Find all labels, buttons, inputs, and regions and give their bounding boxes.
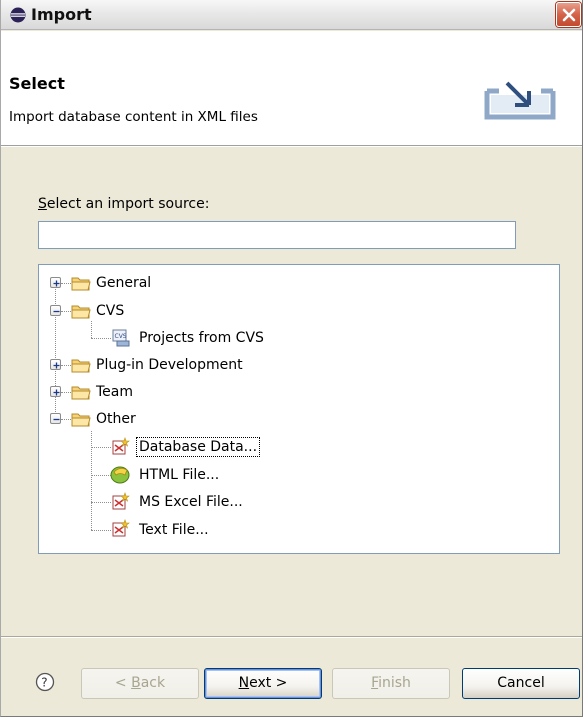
eclipse-icon bbox=[10, 7, 26, 23]
tree-connector bbox=[91, 475, 111, 476]
svg-text:?: ? bbox=[41, 676, 47, 690]
folder-open-icon bbox=[71, 305, 91, 319]
tree-connector bbox=[91, 447, 111, 448]
tree-connector bbox=[91, 338, 111, 339]
folder-icon bbox=[71, 359, 91, 373]
tree-connector bbox=[91, 502, 111, 503]
expand-toggle[interactable] bbox=[50, 359, 61, 370]
cvs-project-icon: CVS bbox=[112, 329, 130, 347]
close-button[interactable] bbox=[556, 2, 581, 27]
tree-connector bbox=[91, 321, 92, 338]
finish-button[interactable]: Finish bbox=[332, 668, 450, 699]
tree-item-plugin-development[interactable]: Plug-in Development bbox=[96, 356, 243, 374]
collapse-toggle[interactable] bbox=[50, 305, 61, 316]
tree-item-projects-from-cvs[interactable]: Projects from CVS bbox=[139, 329, 264, 347]
title-bar[interactable]: Import bbox=[1, 0, 582, 30]
xml-file-icon bbox=[112, 492, 130, 510]
window-title: Import bbox=[31, 5, 92, 24]
folder-icon bbox=[71, 386, 91, 400]
xml-file-icon bbox=[112, 437, 130, 455]
html-file-icon bbox=[110, 466, 130, 484]
header-divider bbox=[1, 146, 582, 147]
tree-item-text-file[interactable]: Text File... bbox=[139, 521, 209, 539]
tree-connector bbox=[91, 431, 92, 530]
tree-item-other[interactable]: Other bbox=[96, 410, 136, 428]
plus-icon bbox=[53, 362, 60, 369]
xml-file-icon bbox=[112, 519, 130, 537]
tree-item-team[interactable]: Team bbox=[96, 383, 133, 401]
import-source-tree[interactable]: General CVS CVS Projects from CVS Plug-i… bbox=[38, 264, 560, 554]
help-icon[interactable]: ? bbox=[35, 672, 55, 692]
footer-divider bbox=[1, 636, 582, 638]
import-source-label: Select an import source: bbox=[38, 196, 210, 212]
expand-toggle[interactable] bbox=[50, 277, 61, 288]
page-title-overlay: Select bbox=[9, 74, 65, 93]
next-button[interactable]: Next > bbox=[204, 668, 322, 699]
svg-text:CVS: CVS bbox=[115, 333, 127, 340]
page-description: Import database content in XML files bbox=[9, 109, 258, 125]
cancel-button[interactable]: Cancel bbox=[462, 668, 580, 699]
plus-icon bbox=[53, 389, 60, 396]
tree-item-ms-excel-file[interactable]: MS Excel File... bbox=[139, 493, 243, 511]
back-button[interactable]: < Back bbox=[81, 668, 199, 699]
import-banner-icon bbox=[484, 81, 556, 120]
tree-item-html-file[interactable]: HTML File... bbox=[139, 466, 219, 484]
tree-item-cvs[interactable]: CVS bbox=[96, 302, 124, 320]
import-dialog: Import Select Import database content in… bbox=[0, 0, 583, 717]
minus-icon bbox=[53, 418, 60, 421]
collapse-toggle[interactable] bbox=[50, 413, 61, 424]
tree-item-database-data[interactable]: Database Data... bbox=[136, 437, 261, 457]
close-icon bbox=[562, 8, 576, 22]
tree-connector bbox=[91, 530, 111, 531]
plus-icon bbox=[53, 280, 60, 287]
minus-icon bbox=[53, 310, 60, 313]
tree-item-general[interactable]: General bbox=[96, 274, 151, 292]
filter-input[interactable] bbox=[38, 221, 516, 249]
folder-icon bbox=[71, 277, 91, 291]
expand-toggle[interactable] bbox=[50, 386, 61, 397]
folder-open-icon bbox=[71, 413, 91, 427]
